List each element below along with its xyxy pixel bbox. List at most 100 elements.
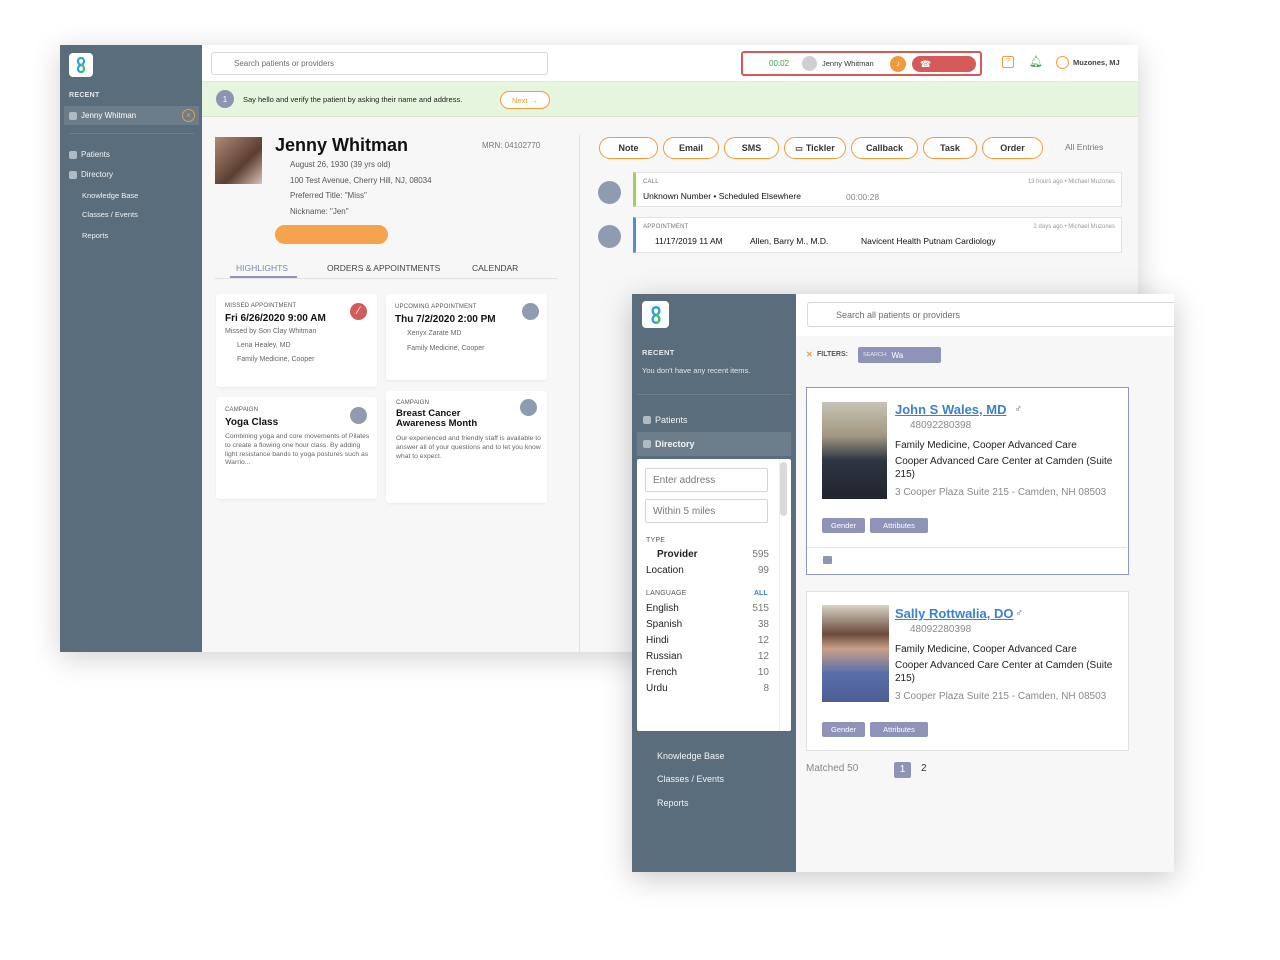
tab-orders-appointments[interactable]: ORDERS & APPOINTMENTS bbox=[327, 263, 440, 273]
nav-directory[interactable]: Directory bbox=[69, 170, 113, 179]
language-all-link[interactable]: ALL bbox=[754, 590, 768, 597]
card-line: Family Medicine, Cooper bbox=[237, 356, 315, 363]
divider bbox=[69, 133, 194, 134]
recent-empty-text: You don't have any recent items. bbox=[642, 366, 751, 375]
nav-classes-events[interactable]: Classes / Events bbox=[657, 774, 724, 784]
user-name[interactable]: Muzones, MJ bbox=[1073, 58, 1120, 67]
nav-knowledge-base[interactable]: Knowledge Base bbox=[82, 191, 138, 200]
caller-name: Jenny Whitman bbox=[822, 59, 874, 68]
provider-photo bbox=[822, 402, 887, 499]
nav-classes-events[interactable]: Classes / Events bbox=[82, 210, 138, 219]
campaign-card-breast-cancer[interactable]: CAMPAIGN Breast Cancer Awareness Month O… bbox=[386, 391, 547, 503]
filter-count: 12 bbox=[757, 635, 769, 646]
provider-name-row: John S Wales, MD ♂ bbox=[895, 402, 1022, 417]
gender-tag[interactable]: Gender bbox=[822, 518, 865, 533]
entry-duration: 00:00:28 bbox=[846, 192, 880, 202]
page-1-button[interactable]: 1 bbox=[894, 762, 911, 778]
card-caption: MISSED APPOINTMENT bbox=[225, 303, 297, 309]
patient-action-button[interactable] bbox=[275, 225, 388, 244]
provider-card[interactable]: Sally Rottwalia, DO ♂ 48092280398 Family… bbox=[806, 591, 1129, 751]
search-input[interactable]: Search patients or providers bbox=[211, 52, 548, 75]
card-line: Missed by Son Clay Whitman bbox=[225, 328, 317, 335]
tickler-button[interactable]: ▭ Tickler bbox=[784, 137, 846, 159]
address-input[interactable]: Enter address bbox=[645, 468, 768, 492]
card-line: Lena Healey, MD bbox=[237, 342, 291, 349]
entry-provider: Allen, Barry M., M.D. bbox=[750, 236, 829, 246]
filter-language-urdu[interactable]: Urdu 8 bbox=[646, 683, 769, 694]
user-avatar-icon[interactable] bbox=[1056, 56, 1069, 69]
nav-directory[interactable]: Directory bbox=[643, 439, 695, 449]
attributes-tag[interactable]: Attributes bbox=[870, 722, 928, 737]
nav-knowledge-base[interactable]: Knowledge Base bbox=[657, 751, 725, 761]
bell-icon[interactable]: 🔔︎ bbox=[1029, 55, 1043, 68]
nav-patients[interactable]: Patients bbox=[643, 415, 688, 425]
attributes-tag[interactable]: Attributes bbox=[870, 518, 928, 533]
app-logo[interactable] bbox=[69, 53, 93, 77]
close-icon[interactable]: × bbox=[182, 109, 195, 122]
task-button[interactable]: Task bbox=[923, 137, 977, 159]
entry-avatar bbox=[598, 181, 621, 204]
missed-appointment-card[interactable]: MISSED APPOINTMENT Fri 6/26/2020 9:00 AM… bbox=[216, 294, 377, 387]
filter-language-hindi[interactable]: Hindi 12 bbox=[646, 635, 769, 646]
nav-directory-active[interactable]: Directory bbox=[637, 432, 791, 456]
filter-language-spanish[interactable]: Spanish 38 bbox=[646, 619, 769, 630]
tab-highlights[interactable]: HIGHLIGHTS bbox=[236, 263, 288, 273]
card-caption: CAMPAIGN bbox=[396, 400, 430, 406]
microphone-icon[interactable]: ♪ bbox=[890, 56, 906, 72]
person-icon bbox=[69, 111, 77, 120]
person-icon bbox=[643, 416, 651, 424]
step-number: 1 bbox=[216, 90, 234, 108]
cancel-icon: ⁄ bbox=[350, 303, 367, 320]
upcoming-appointment-card[interactable]: UPCOMING APPOINTMENT Thu 7/2/2020 2:00 P… bbox=[386, 294, 547, 380]
campaign-card-yoga[interactable]: CAMPAIGN Yoga Class Combining yoga and c… bbox=[216, 397, 377, 499]
directory-search-input[interactable]: Search all patients or providers bbox=[807, 302, 1174, 327]
filter-chip[interactable]: SEARCH: Wa bbox=[858, 347, 941, 363]
page-2-button[interactable]: 2 bbox=[921, 763, 927, 774]
tab-calendar[interactable]: CALENDAR bbox=[472, 263, 518, 273]
recent-item[interactable]: Jenny Whitman × bbox=[64, 106, 199, 125]
nav-reports[interactable]: Reports bbox=[82, 231, 108, 240]
filter-language-russian[interactable]: Russian 12 bbox=[646, 651, 769, 662]
filter-language-english[interactable]: English 515 bbox=[646, 603, 769, 614]
patient-address: 100 Test Avenue, Cherry Hill, NJ, 08034 bbox=[290, 176, 432, 185]
call-entry[interactable]: CALL Unknown Number • Scheduled Elsewher… bbox=[633, 172, 1122, 207]
clear-filters-icon[interactable]: ✕ bbox=[806, 350, 813, 359]
filter-type-provider[interactable]: Provider 595 bbox=[657, 549, 769, 560]
provider-center: Cooper Advanced Care Center at Camden (S… bbox=[895, 456, 1113, 480]
provider-address: 3 Cooper Plaza Suite 215 - Camden, NH 08… bbox=[895, 691, 1107, 702]
card-body: Combining yoga and core movements of Pil… bbox=[225, 433, 370, 467]
column-divider bbox=[579, 135, 580, 652]
provider-id: 48092280398 bbox=[910, 420, 972, 431]
sms-button[interactable]: SMS bbox=[724, 137, 779, 159]
provider-avatar bbox=[522, 303, 539, 320]
filter-type-location[interactable]: Location 99 bbox=[646, 565, 769, 576]
nav-patients[interactable]: Patients bbox=[69, 150, 110, 159]
provider-address: 3 Cooper Plaza Suite 215 - Camden, NH 08… bbox=[895, 487, 1107, 498]
callback-button[interactable]: Callback bbox=[851, 137, 918, 159]
gender-tag[interactable]: Gender bbox=[822, 722, 865, 737]
filter-label: Location bbox=[646, 565, 684, 576]
card-divider bbox=[807, 547, 1127, 548]
gender-icon: ♂ bbox=[1014, 404, 1022, 415]
all-entries-dropdown[interactable]: All Entries bbox=[1065, 142, 1103, 152]
app-logo[interactable] bbox=[642, 301, 669, 328]
order-button[interactable]: Order bbox=[982, 137, 1043, 159]
scrollbar-thumb[interactable] bbox=[780, 462, 787, 516]
provider-name-link[interactable]: Sally Rottwalia, DO bbox=[895, 606, 1013, 621]
next-button[interactable]: Next → bbox=[500, 91, 550, 109]
filter-language-french[interactable]: French 10 bbox=[646, 667, 769, 678]
nav-reports[interactable]: Reports bbox=[657, 798, 689, 808]
filter-count: 10 bbox=[757, 667, 769, 678]
provider-card[interactable]: John S Wales, MD ♂ 48092280398 Family Me… bbox=[806, 387, 1129, 575]
appointment-entry[interactable]: APPOINTMENT 11/17/2019 11 AM Allen, Barr… bbox=[633, 217, 1122, 253]
filter-label: Spanish bbox=[646, 619, 683, 630]
hang-up-button[interactable]: ☎ bbox=[912, 56, 976, 72]
entry-title: Unknown Number • Scheduled Elsewhere bbox=[643, 191, 801, 201]
email-button[interactable]: Email bbox=[663, 137, 719, 159]
distance-select[interactable]: Within 5 miles bbox=[645, 499, 768, 523]
filter-label: French bbox=[646, 667, 678, 678]
note-icon[interactable] bbox=[823, 556, 832, 564]
chat-icon[interactable]: ? bbox=[1002, 56, 1014, 68]
note-button[interactable]: Note bbox=[599, 137, 658, 159]
provider-name-link[interactable]: John S Wales, MD bbox=[895, 402, 1006, 417]
